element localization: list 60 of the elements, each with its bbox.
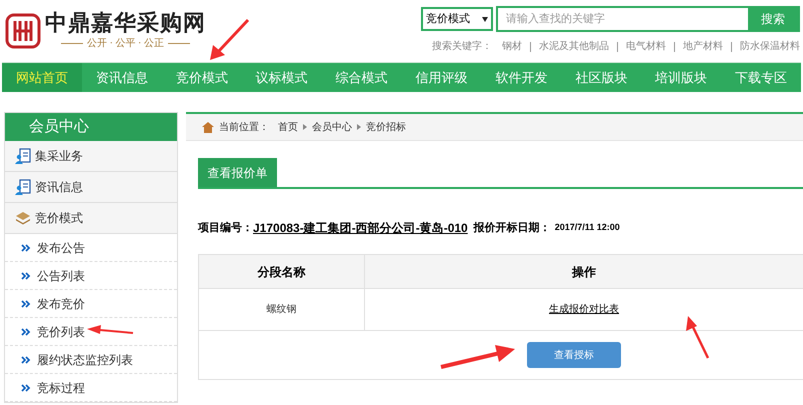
column-header: 分段名称 — [199, 255, 365, 288]
nav-item[interactable]: 资讯信息 — [82, 63, 162, 92]
keyword-link[interactable]: 水泥及其他制品 — [539, 39, 609, 54]
nav-item[interactable]: 下载专区 — [721, 63, 802, 92]
keyword-link[interactable]: 电气材料 — [626, 39, 666, 54]
annotation-arrow — [87, 325, 134, 334]
sidebar-group[interactable]: 资讯信息 — [5, 172, 177, 203]
nav-item[interactable]: 竞价模式 — [162, 63, 242, 92]
layers-icon — [15, 211, 31, 225]
project-number-label: 项目编号： — [198, 220, 253, 236]
sidebar-link[interactable]: 发布竞价 — [5, 290, 177, 318]
nav-item[interactable]: 社区版块 — [561, 63, 642, 92]
breadcrumb-link[interactable]: 会员中心 — [312, 120, 352, 134]
keyword-link[interactable]: 地产材料 — [683, 39, 723, 54]
breadcrumb-link[interactable]: 竞价招标 — [366, 120, 406, 134]
site-title: 中鼎嘉华采购网 — [45, 10, 206, 36]
double-chevron-icon — [21, 272, 31, 280]
site-slogan: 公开 · 公平 · 公正 — [87, 37, 164, 51]
breadcrumb-link[interactable]: 首页 — [278, 120, 298, 134]
caret-icon — [482, 16, 488, 22]
double-chevron-icon — [21, 384, 31, 392]
column-header: 操作 — [570, 264, 597, 280]
nav-item[interactable]: 信用评级 — [402, 63, 482, 92]
double-chevron-icon — [21, 356, 31, 364]
project-number-link[interactable]: J170083-建工集团-西部分公司-黄岛-010 — [253, 219, 468, 237]
document-person-icon — [15, 148, 31, 164]
sidebar-link[interactable]: 履约状态监控列表 — [5, 346, 177, 374]
search-field[interactable]: 请输入查找的关键字 — [498, 8, 748, 30]
breadcrumb-label: 当前位置： — [219, 120, 269, 134]
document-person-icon — [15, 179, 31, 195]
nav-item[interactable]: 软件开发 — [481, 63, 562, 92]
tab[interactable]: 查看报价单 — [198, 158, 277, 187]
double-chevron-icon — [21, 328, 31, 336]
double-chevron-icon — [21, 300, 31, 308]
sidebar-group[interactable]: 集采业务 — [5, 141, 177, 172]
keyword-link[interactable]: 钢材 — [502, 39, 522, 54]
compare-link[interactable]: 生成报价对比表 — [549, 302, 619, 317]
annotation-arrow — [210, 18, 250, 60]
nav-item[interactable]: 培训版块 — [641, 63, 722, 92]
chevron-icon — [303, 124, 307, 130]
home-icon — [202, 122, 214, 132]
keyword-link[interactable]: 防水保温材料 — [740, 39, 800, 54]
mode-select[interactable]: 竞价模式 — [421, 7, 493, 31]
nav-item[interactable]: 综合模式 — [322, 63, 402, 92]
nav-item[interactable]: 网站首页 — [2, 63, 82, 92]
logo-icon — [5, 12, 41, 48]
sidebar-link[interactable]: 发布公告 — [5, 234, 177, 262]
date-value: 2017/7/11 12:00 — [554, 221, 620, 234]
nav-item[interactable]: 议标模式 — [242, 63, 322, 92]
view-award-button[interactable]: 查看授标 — [527, 342, 621, 368]
double-chevron-icon — [21, 244, 31, 252]
sidebar-link[interactable]: 公告列表 — [5, 262, 177, 290]
date-label: 报价开标日期： — [474, 220, 551, 236]
sidebar-title: 会员中心 — [5, 113, 177, 141]
sidebar-group[interactable]: 竞价模式 — [5, 203, 177, 234]
table-cell: 螺纹钢 — [199, 289, 365, 330]
keywords-label: 搜索关键字： — [432, 40, 492, 54]
sidebar-link[interactable]: 竞标过程 — [5, 374, 177, 402]
annotation-arrow — [686, 316, 710, 359]
chevron-icon — [357, 124, 361, 130]
